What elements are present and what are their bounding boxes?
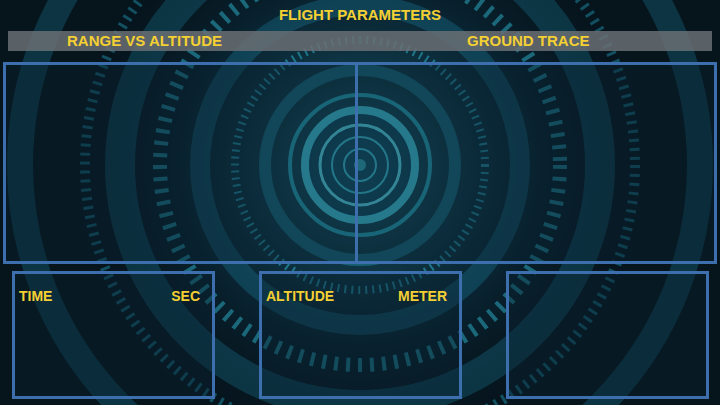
header-left-label: RANGE VS ALTITUDE	[67, 32, 222, 49]
readout-label: TIME	[19, 286, 52, 307]
readout-unit: SEC	[171, 286, 200, 307]
header-bar: RANGE VS ALTITUDE GROUND TRACE	[8, 31, 712, 51]
header-right-label: GROUND TRACE	[467, 32, 590, 49]
flight-parameters-screen: FLIGHT PARAMETERSRANGE VS ALTITUDE GROUND…	[0, 0, 720, 405]
chart-panel	[3, 62, 717, 264]
ground-trace-chart	[358, 65, 714, 261]
readout-panel: TIME SEC	[12, 271, 215, 399]
readout-panel: ALTITUDE METER	[259, 271, 462, 399]
range-vs-altitude-chart	[6, 65, 358, 261]
screen-title: FLIGHT PARAMETERS	[0, 0, 720, 31]
readout-label: ALTITUDE	[266, 286, 334, 307]
empty-panel	[506, 271, 709, 399]
readout-unit: METER	[398, 286, 447, 307]
